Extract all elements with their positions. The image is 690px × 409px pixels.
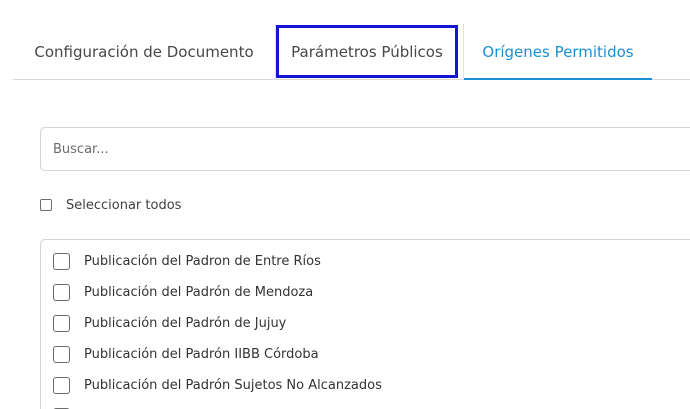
search-box [40,127,690,171]
tab-parametros-publicos[interactable]: Parámetros Públicos [276,25,458,78]
item-checkbox[interactable] [53,314,70,332]
item-label: Publicación del Padrón de Mendoza [84,284,314,300]
search-input[interactable] [53,128,653,170]
list-item[interactable]: Publicación del Padrón de Mendoza [53,282,313,302]
list-item[interactable]: Publicación del Padron de Entre Ríos [53,251,321,271]
active-tab-indicator [464,78,652,80]
item-label: Publicación del Padron de Entre Ríos [84,253,321,269]
tab-bar: Configuración de Documento Parámetros Pú… [13,24,690,80]
tab-label: Parámetros Públicos [291,42,443,61]
page: Configuración de Documento Parámetros Pú… [0,0,690,409]
item-label: Publicación del Padrón Sujetos No Alcanz… [84,377,382,393]
item-checkbox[interactable] [53,345,70,363]
tab-label: Configuración de Documento [34,43,254,61]
tab-configuracion-documento[interactable]: Configuración de Documento [13,24,275,80]
item-checkbox[interactable] [53,252,70,270]
parameters-list: Publicación del Padron de Entre Ríos Pub… [40,239,690,409]
item-label: Publicación del Padrón IIBB Córdoba [84,346,319,362]
select-all-checkbox[interactable] [40,199,52,211]
tab-origenes-permitidos[interactable]: Orígenes Permitidos [464,24,652,80]
list-item[interactable]: Publicación del Padrón Sujetos No Alcanz… [53,375,382,395]
select-all-checkbox-row[interactable]: Seleccionar todos [40,196,181,214]
item-label: Publicación del Padrón de Jujuy [84,315,287,331]
select-all-label: Seleccionar todos [66,197,182,213]
list-item[interactable]: Publicación del Padrón IIBB Córdoba [53,344,319,364]
item-checkbox[interactable] [53,283,70,301]
list-item[interactable]: Publicación del Padrón de Jujuy [53,313,286,333]
item-checkbox[interactable] [53,376,70,394]
tab-label: Orígenes Permitidos [482,43,634,61]
